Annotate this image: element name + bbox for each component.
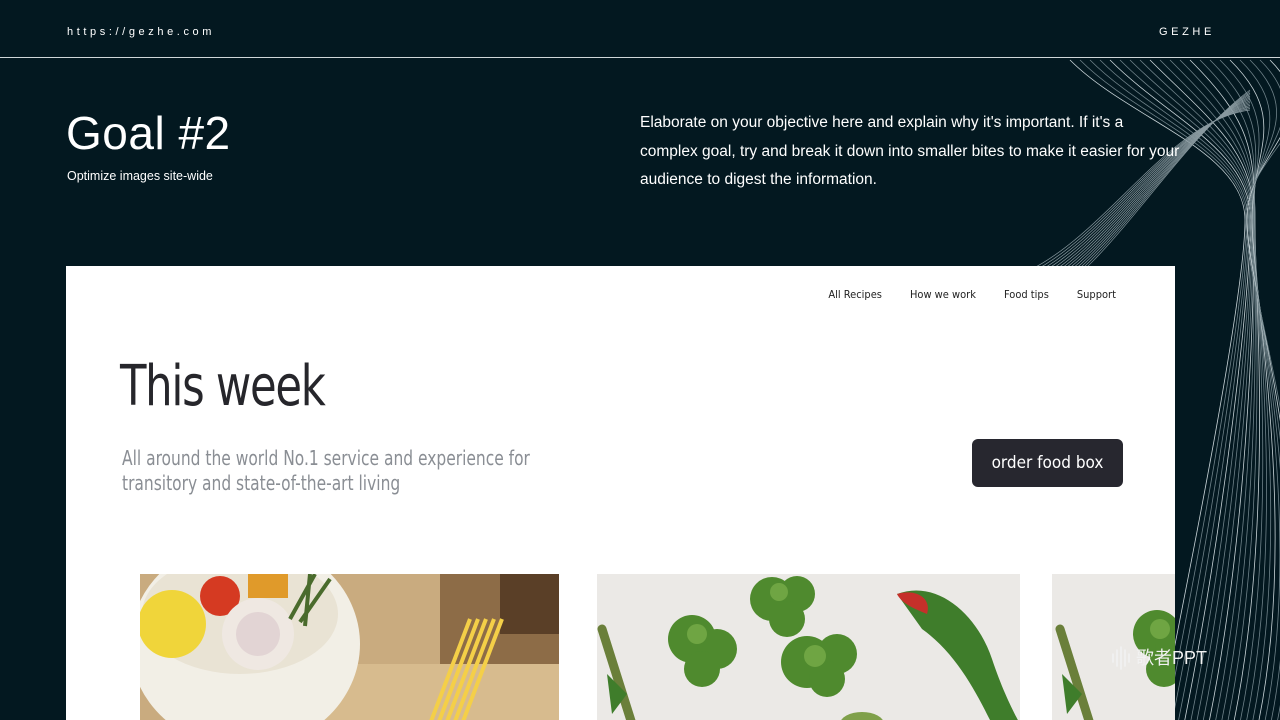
tagline: All around the world No.1 service and ex…	[122, 446, 530, 495]
watermark: 歌者PPT	[1110, 644, 1207, 670]
page-title: This week	[120, 354, 326, 419]
nav-item-all-recipes[interactable]: All Recipes	[828, 288, 882, 301]
goal-subtitle: Optimize images site-wide	[67, 169, 213, 183]
nav-item-support[interactable]: Support	[1077, 288, 1116, 301]
broccoli-vegetables-photo	[597, 574, 1020, 720]
watermark-text: 歌者PPT	[1136, 648, 1208, 668]
website-nav: All Recipes How we work Food tips Suppor…	[828, 288, 1116, 301]
order-food-box-button[interactable]: order food box	[972, 439, 1123, 487]
pasta-ingredients-photo	[140, 574, 559, 720]
nav-item-how-we-work[interactable]: How we work	[910, 288, 976, 301]
microphone-logo-icon	[1112, 646, 1130, 670]
nav-item-food-tips[interactable]: Food tips	[1004, 288, 1049, 301]
website-mockup-card: All Recipes How we work Food tips Suppor…	[66, 266, 1175, 720]
site-url[interactable]: https://gezhe.com	[67, 26, 215, 38]
goal-title: Goal #2	[66, 107, 231, 159]
goal-description: Elaborate on your objective here and exp…	[640, 114, 1180, 188]
